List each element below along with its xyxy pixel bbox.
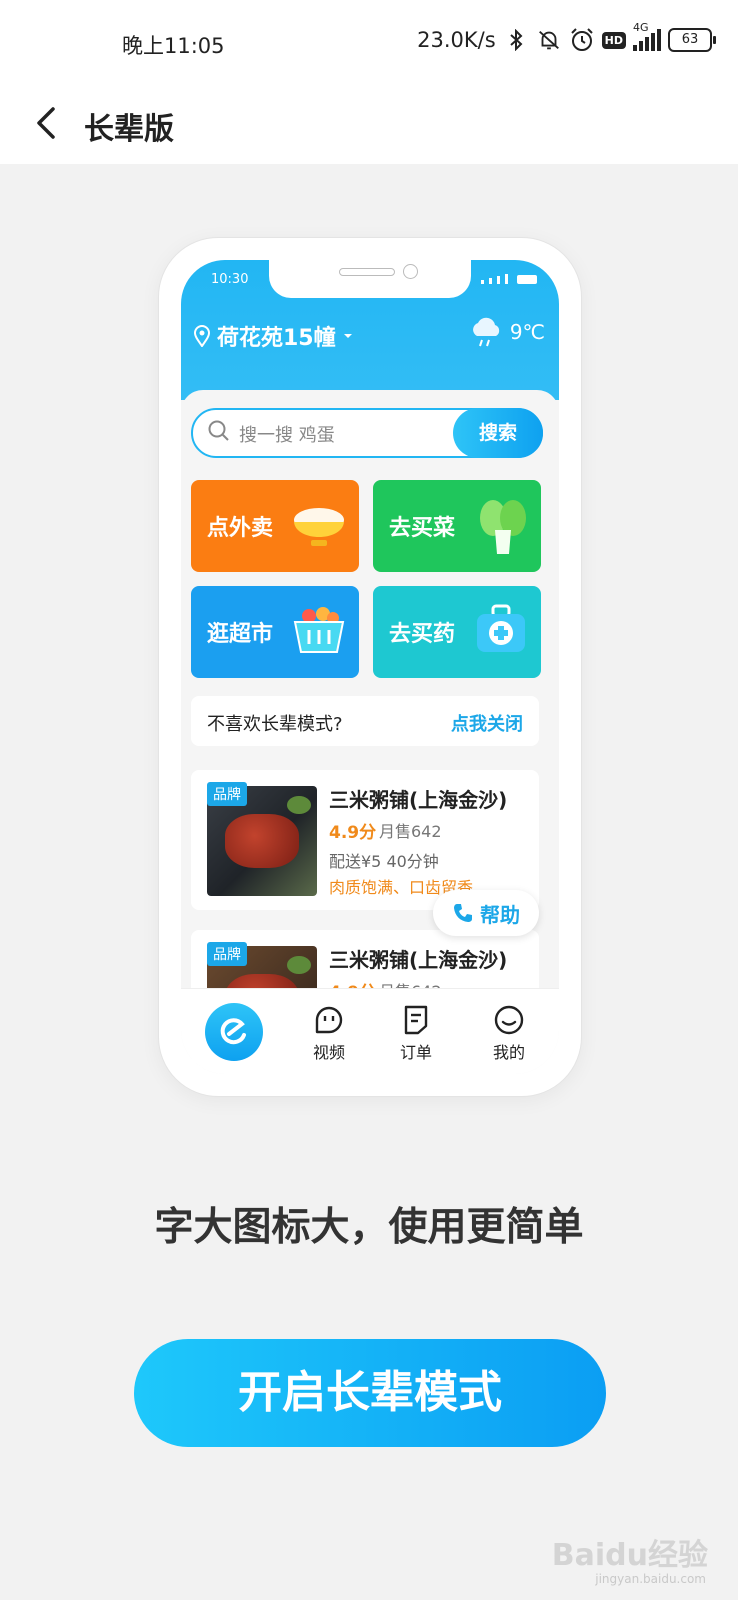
- rain-cloud-icon: [472, 317, 499, 347]
- baidu-watermark: Baidu经验: [551, 1538, 708, 1573]
- temperature: 9℃: [509, 320, 545, 344]
- status-time: 晚上11:05: [122, 34, 225, 58]
- close-elder-mode-link: 点我关闭: [451, 714, 523, 735]
- store-name: 三米粥铺(上海金沙): [329, 788, 508, 812]
- speaker-icon: [339, 268, 395, 276]
- tile-supermarket: 逛超市: [191, 586, 359, 678]
- tile-groceries: 去买菜: [373, 480, 541, 572]
- camera-icon: [403, 264, 418, 279]
- brand-badge: 品牌: [207, 942, 247, 966]
- store-sales: 月售642: [379, 822, 442, 841]
- basket-icon: [293, 607, 345, 653]
- tab-mine: 我的: [479, 1001, 539, 1063]
- back-button[interactable]: [26, 98, 66, 148]
- bluetooth-icon: [503, 28, 529, 52]
- phone-icon: [454, 904, 472, 922]
- page-title: 长辈版: [84, 112, 174, 147]
- signal-icon: 4G: [633, 21, 661, 51]
- weather-widget: 9℃: [468, 316, 545, 348]
- tab-video: 视频: [299, 1001, 359, 1063]
- hd-badge: HD: [601, 31, 626, 49]
- store-score: 4.9分: [329, 823, 377, 843]
- help-button: 帮助: [433, 890, 539, 936]
- phone-mockup: 10:30 荷花苑15幢 9℃ 搜一搜 鸡蛋 搜索 点外卖 去买菜 逛超市 去买…: [158, 237, 582, 1097]
- location-text: 荷花苑15幢: [217, 326, 336, 351]
- tab-orders: 订单: [386, 1001, 446, 1063]
- store-name: 三米粥铺(上海金沙): [329, 948, 508, 972]
- watermark-site: jingyan.baidu.com: [595, 1572, 706, 1586]
- battery-icon: 63: [668, 28, 716, 52]
- search-icon: [208, 420, 229, 441]
- network-speed: 23.0K/s: [417, 28, 496, 52]
- brand-badge: 品牌: [207, 782, 247, 806]
- location-pin-icon: [193, 325, 211, 347]
- chevron-left-icon: [37, 107, 55, 139]
- alarm-icon: [569, 28, 595, 52]
- caret-down-icon: [343, 334, 352, 338]
- medical-kit-icon: [477, 604, 525, 652]
- preview-time: 10:30: [211, 272, 249, 287]
- mute-bell-icon: [536, 28, 562, 52]
- preview-search-bar: 搜一搜 鸡蛋 搜索: [191, 408, 543, 458]
- phone-notch: [269, 260, 471, 298]
- elder-mode-toggle-row: 不喜欢长辈模式? 点我关闭: [191, 696, 539, 746]
- home-logo-icon: [205, 1003, 263, 1061]
- status-bar: 晚上11:05 23.0K/s HD 4G 63: [0, 0, 738, 84]
- status-indicators: 23.0K/s HD 4G 63: [417, 21, 716, 52]
- tile-pharmacy: 去买药: [373, 586, 541, 678]
- preview-battery-icon: [517, 275, 537, 284]
- enable-elder-mode-button[interactable]: 开启长辈模式: [134, 1339, 606, 1447]
- slogan-text: 字大图标大，使用更简单: [154, 1205, 584, 1250]
- phone-screen: 10:30 荷花苑15幢 9℃ 搜一搜 鸡蛋 搜索 点外卖 去买菜 逛超市 去买…: [181, 260, 559, 1074]
- bok-choy-icon: [480, 500, 526, 554]
- preview-tab-bar: 视频 订单 我的: [181, 988, 559, 1074]
- location-selector: 荷花苑15幢: [193, 320, 354, 352]
- video-face-icon: [315, 1006, 343, 1034]
- toggle-question: 不喜欢长辈模式?: [207, 714, 343, 735]
- title-bar: 长辈版: [0, 84, 738, 164]
- profile-icon: [494, 1005, 524, 1035]
- preview-status-icons: [481, 274, 537, 284]
- tile-takeout: 点外卖: [191, 480, 359, 572]
- preview-search-button: 搜索: [453, 408, 543, 458]
- search-placeholder: 搜一搜 鸡蛋: [239, 425, 335, 446]
- rice-bowl-icon: [294, 508, 344, 546]
- order-icon: [404, 1005, 428, 1035]
- store-card: 品牌 三米粥铺(上海金沙) 4.9分 月售642 配送¥5 40分钟 肉质饱满、…: [191, 770, 539, 910]
- store-delivery: 配送¥5 40分钟: [329, 852, 439, 871]
